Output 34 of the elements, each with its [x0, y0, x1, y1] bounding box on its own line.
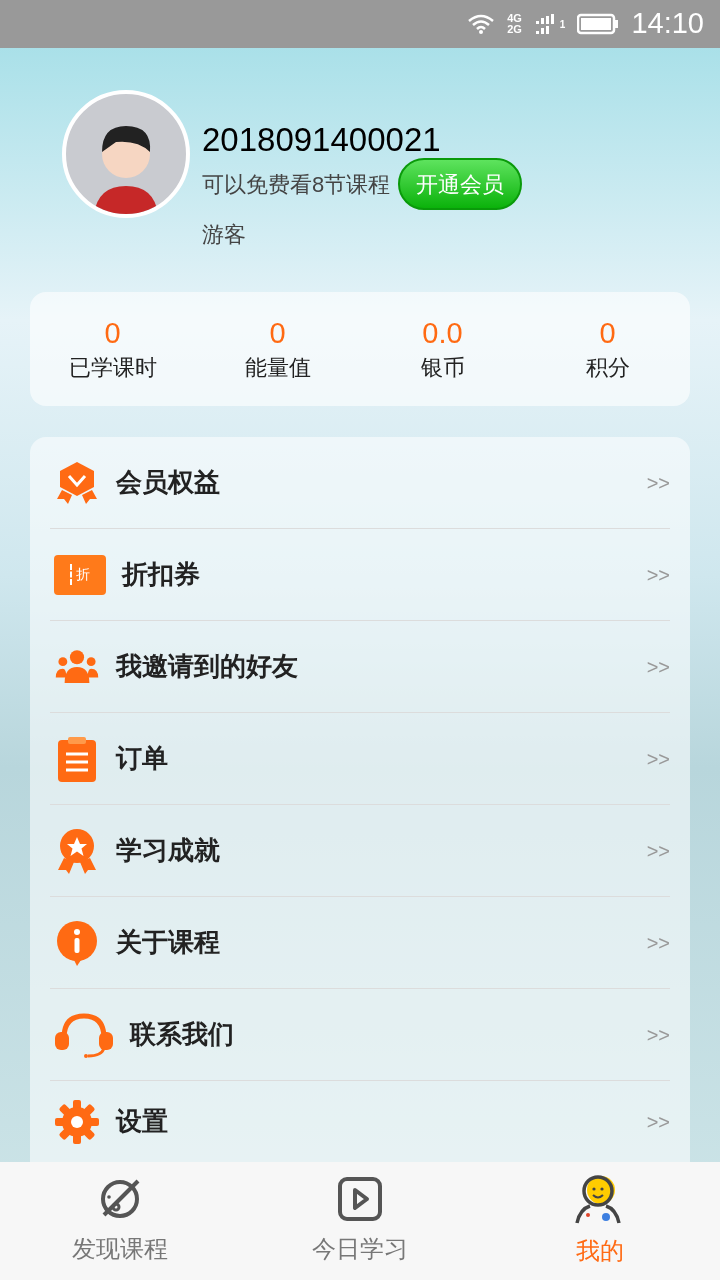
tab-item[interactable]: 发现课程 — [0, 1162, 240, 1280]
free-courses-note: 可以免费看8节课程 — [202, 170, 391, 199]
settings-icon — [54, 1098, 100, 1145]
user-id: 2018091400021 — [202, 120, 442, 160]
stat-label: 已学课时 — [68, 353, 157, 382]
stat-value: 0.0 — [422, 315, 463, 351]
tab-item[interactable]: 今日学习 — [240, 1162, 480, 1280]
network-label: 4G — [507, 13, 522, 24]
stat-label: 银币 — [420, 353, 465, 382]
wifi-icon — [467, 13, 496, 35]
menu-item[interactable]: 学习成就 >> — [50, 805, 670, 897]
user-role: 游客 — [202, 221, 247, 249]
signal-icon — [533, 13, 556, 35]
menu-item[interactable]: 订单 >> — [50, 713, 670, 805]
menu-item[interactable]: 会员权益 >> — [50, 437, 670, 529]
info-icon — [54, 919, 100, 966]
stat-value: 0 — [104, 315, 121, 351]
menu-item[interactable]: 联系我们 >> — [50, 989, 670, 1081]
headset-icon — [54, 1011, 114, 1058]
play-icon — [336, 1175, 384, 1223]
coupon-icon: 折 — [54, 554, 106, 595]
battery-icon — [577, 13, 620, 35]
stat-label: 能量值 — [244, 353, 311, 382]
menu-item[interactable]: 设置 >> — [50, 1081, 670, 1162]
menu-item[interactable]: 我邀请到的好友 >> — [50, 621, 670, 713]
sim-label: 1 — [559, 17, 566, 32]
menu-item[interactable]: 折 折扣券 >> — [50, 529, 670, 621]
menu-item[interactable]: 关于课程 >> — [50, 897, 670, 989]
stat-value: 0 — [599, 315, 616, 351]
stat-value: 0 — [269, 315, 286, 351]
stat-label: 积分 — [585, 353, 630, 382]
clock: 14:10 — [631, 6, 704, 42]
network-label: 2G — [507, 24, 522, 35]
medal-icon — [54, 459, 100, 506]
